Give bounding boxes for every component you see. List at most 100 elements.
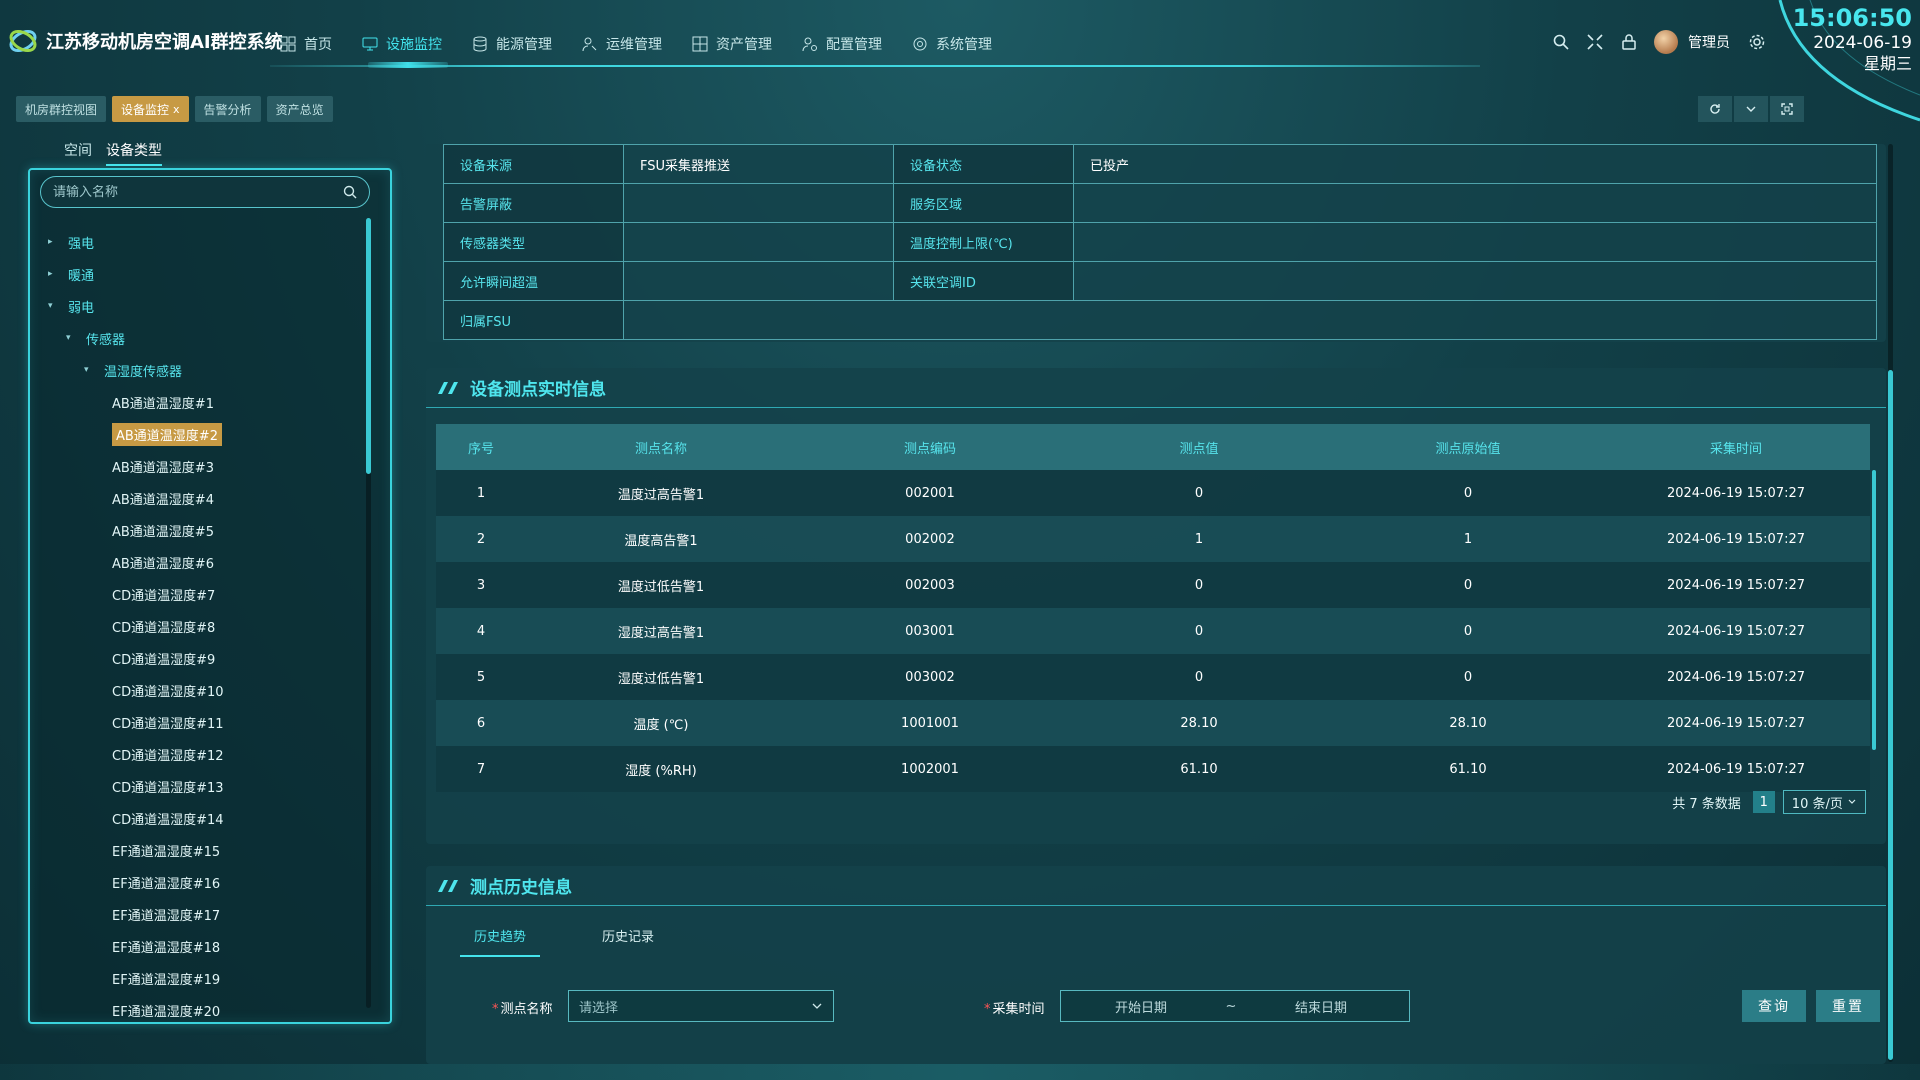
tree-leaf[interactable]: CD通道温湿度#7 [38, 578, 368, 610]
tree-label: CD通道温湿度#7 [112, 588, 216, 604]
info-key: 温度控制上限(℃) [893, 222, 1074, 262]
search-input[interactable] [53, 184, 343, 200]
caret-down-icon[interactable]: ▾ [48, 301, 60, 311]
info-value [1073, 261, 1877, 301]
app-logo: 江苏移动机房空调AI群控系统 [8, 26, 283, 56]
avatar[interactable] [1654, 30, 1678, 54]
tab-alarm-analysis[interactable]: 告警分析 [194, 96, 261, 122]
caret-right-icon[interactable]: ▸ [48, 237, 60, 247]
tree-leaf[interactable]: CD通道温湿度#9 [38, 642, 368, 674]
tree-leaf[interactable]: AB通道温湿度#2 [38, 418, 368, 450]
tree-leaf[interactable]: AB通道温湿度#5 [38, 514, 368, 546]
tree-node[interactable]: ▸ 暖通 [38, 258, 368, 290]
page-number[interactable]: 1 [1752, 791, 1775, 813]
refresh-button[interactable] [1698, 96, 1732, 122]
tree-leaf[interactable]: CD通道温湿度#10 [38, 674, 368, 706]
tree-leaf[interactable]: AB通道温湿度#1 [38, 386, 368, 418]
nav-label: 资产管理 [716, 37, 772, 53]
tree-label: 传感器 [86, 332, 126, 348]
nav-config[interactable]: 配置管理 [802, 32, 882, 56]
nav-assets[interactable]: 资产管理 [692, 32, 772, 56]
table-scrollbar[interactable] [1872, 470, 1876, 750]
tree-leaf[interactable]: CD通道温湿度#11 [38, 706, 368, 738]
realtime-section: 设备测点实时信息 序号 测点名称 测点编码 测点值 测点原始值 采集时间 1 温度过高告警1… [426, 368, 1886, 844]
chevron-down-icon [1848, 799, 1856, 804]
table-cell: 002003 [905, 577, 955, 593]
tree-label: 弱电 [68, 300, 95, 316]
table-cell: 002002 [905, 531, 955, 547]
gear-icon[interactable] [1748, 33, 1766, 51]
nav-facility-monitor[interactable]: 设施监控 [362, 32, 448, 68]
nav-home[interactable]: 首页 [280, 32, 332, 56]
tab-asset-overview[interactable]: 资产总览 [266, 96, 333, 122]
info-key: 传感器类型 [443, 222, 624, 262]
tree-leaf[interactable]: EF通道温湿度#17 [38, 898, 368, 930]
tree-node[interactable]: ▾ 温湿度传感器 [38, 354, 368, 386]
caret-down-icon[interactable]: ▾ [84, 365, 96, 375]
nav-label: 配置管理 [826, 37, 882, 53]
tree-label: CD通道温湿度#9 [112, 652, 216, 668]
tree-node[interactable]: ▾ 传感器 [38, 322, 368, 354]
tree-label: CD通道温湿度#14 [112, 812, 224, 828]
tree-node[interactable]: ▸ 强电 [38, 226, 368, 258]
tree-leaf[interactable]: CD通道温湿度#13 [38, 770, 368, 802]
date-separator: ~ [1225, 998, 1237, 1014]
nav-system[interactable]: 系统管理 [912, 32, 992, 56]
tree-node[interactable]: ▾ 弱电 [38, 290, 368, 322]
tab-device-type[interactable]: 设备类型 [106, 140, 162, 166]
dropdown-button[interactable] [1734, 96, 1768, 122]
clock-date: 2024-06-19 [1813, 33, 1912, 53]
tree-label: EF通道温湿度#19 [112, 972, 221, 988]
point-name-select[interactable]: 请选择 [568, 990, 834, 1022]
tree-leaf[interactable]: AB通道温湿度#3 [38, 450, 368, 482]
tab-room-view[interactable]: 机房群控视图 [16, 96, 107, 122]
history-filter: * 测点名称 请选择 * 采集时间 开始日期 ~ 结束日期 查询 重置 [426, 990, 1886, 1024]
nav-label: 设施监控 [386, 37, 442, 53]
fullscreen-icon[interactable] [1586, 33, 1604, 51]
start-date-input[interactable]: 开始日期 [1061, 997, 1221, 1016]
tree-leaf[interactable]: EF通道温湿度#19 [38, 962, 368, 994]
maximize-button[interactable] [1770, 96, 1804, 122]
search-icon[interactable] [1552, 33, 1570, 51]
tree-search [40, 176, 370, 208]
nav-energy[interactable]: 能源管理 [472, 32, 552, 56]
reset-button[interactable]: 重置 [1816, 990, 1880, 1022]
table-cell: 2 [476, 531, 486, 547]
tab-device-monitor[interactable]: 设备监控 x [112, 96, 189, 122]
caret-right-icon[interactable]: ▸ [48, 269, 60, 279]
tab-history-trend[interactable]: 历史趋势 [460, 926, 541, 957]
tab-history-records[interactable]: 历史记录 [588, 926, 668, 957]
lock-icon[interactable] [1620, 33, 1638, 51]
search-icon[interactable] [343, 185, 357, 199]
clock: 15:06:50 2024-06-19 星期三 [1793, 4, 1912, 74]
table-cell: 2024-06-19 15:07:27 [1666, 761, 1806, 777]
end-date-input[interactable]: 结束日期 [1241, 997, 1401, 1016]
table-cell: 0 [1463, 669, 1473, 685]
nav-operations[interactable]: 运维管理 [582, 32, 662, 56]
table-cell: 0 [1194, 623, 1204, 639]
table-cell: 28.10 [1449, 715, 1487, 731]
table-cell: 003002 [905, 669, 955, 685]
page-tabs: 机房群控视图 设备监控 x 告警分析 资产总览 [16, 96, 339, 122]
logo-icon [9, 30, 37, 52]
page-size-select[interactable]: 10 条/页 [1782, 790, 1866, 814]
caret-down-icon[interactable]: ▾ [66, 333, 78, 343]
table-cell: 1 [1463, 531, 1473, 547]
monitor-icon [362, 37, 378, 51]
tree-leaf[interactable]: CD通道温湿度#12 [38, 738, 368, 770]
tree-leaf[interactable]: AB通道温湿度#6 [38, 546, 368, 578]
page-scrollbar[interactable] [1888, 370, 1893, 1060]
tab-space[interactable]: 空间 [64, 140, 92, 166]
tree-leaf[interactable]: EF通道温湿度#16 [38, 866, 368, 898]
tree-leaf[interactable]: CD通道温湿度#8 [38, 610, 368, 642]
tree-leaf[interactable]: EF通道温湿度#20 [38, 994, 368, 1026]
tree-leaf[interactable]: CD通道温湿度#14 [38, 802, 368, 834]
query-button[interactable]: 查询 [1742, 990, 1806, 1022]
device-tree: ▸ 强电 ▸ 暖通 ▾ 弱电 ▾ 传感器 ▾ 温湿度传感器 AB通道温湿度#1 AB通道温湿度#2 AB… [38, 226, 368, 1026]
tree-leaf[interactable]: AB通道温湿度#4 [38, 482, 368, 514]
tree-leaf[interactable]: EF通道温湿度#18 [38, 930, 368, 962]
close-icon[interactable]: x [173, 103, 180, 116]
tree-leaf[interactable]: EF通道温湿度#15 [38, 834, 368, 866]
user-name[interactable]: 管理员 [1688, 32, 1730, 52]
table-cell: 61.10 [1180, 761, 1218, 777]
